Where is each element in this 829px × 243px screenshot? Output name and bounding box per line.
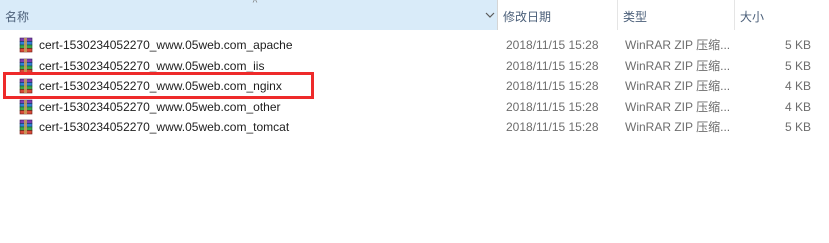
file-name: cert-1530234052270_www.05web.com_nginx [39,79,282,93]
file-list: cert-1530234052270_www.05web.com_apache … [0,35,829,138]
column-header-date-label: 修改日期 [503,10,552,24]
file-date: 2018/11/15 15:28 [506,38,599,52]
file-type: WinRAR ZIP 压缩... [625,58,731,73]
column-header-date[interactable]: 修改日期 [498,0,618,30]
file-size: 4 KB [784,99,811,114]
file-row[interactable]: cert-1530234052270_www.05web.com_nginx 2… [0,76,829,97]
file-row[interactable]: cert-1530234052270_www.05web.com_apache … [0,35,829,56]
winrar-archive-icon [18,78,34,94]
file-date: 2018/11/15 15:28 [506,58,599,73]
file-row[interactable]: cert-1530234052270_www.05web.com_other 2… [0,97,829,118]
file-size: 5 KB [784,38,811,52]
file-date: 2018/11/15 15:28 [506,120,599,134]
file-row[interactable]: cert-1530234052270_www.05web.com_tomcat … [0,117,829,138]
file-size: 5 KB [784,58,811,73]
column-header-name-label: 名称 [5,10,30,24]
column-header-name[interactable]: 名称 [0,0,498,30]
winrar-archive-icon [18,58,34,74]
file-date: 2018/11/15 15:28 [506,99,599,114]
column-header-type-label: 类型 [623,10,648,24]
column-header-type[interactable]: 类型 [618,0,735,30]
column-header-size[interactable]: 大小 [735,0,829,30]
file-type: WinRAR ZIP 压缩... [625,99,731,114]
file-date: 2018/11/15 15:28 [506,79,599,93]
chevron-down-icon[interactable] [483,6,497,24]
file-name: cert-1530234052270_www.05web.com_other [39,99,281,114]
winrar-archive-icon [18,37,34,53]
file-name: cert-1530234052270_www.05web.com_tomcat [39,120,290,134]
file-row[interactable]: cert-1530234052270_www.05web.com_iis 201… [0,56,829,77]
file-type: WinRAR ZIP 压缩... [625,79,731,93]
file-size: 4 KB [784,79,811,93]
winrar-archive-icon [18,119,34,135]
file-name: cert-1530234052270_www.05web.com_apache [39,38,293,52]
column-header-bar: 名称 ^ 修改日期 类型 大小 [0,0,829,30]
sort-ascending-icon: ^ [252,0,258,9]
file-type: WinRAR ZIP 压缩... [625,38,731,52]
file-name: cert-1530234052270_www.05web.com_iis [39,58,265,73]
file-type: WinRAR ZIP 压缩... [625,120,731,134]
column-header-size-label: 大小 [740,10,765,24]
winrar-archive-icon [18,99,34,115]
file-size: 5 KB [784,120,811,134]
